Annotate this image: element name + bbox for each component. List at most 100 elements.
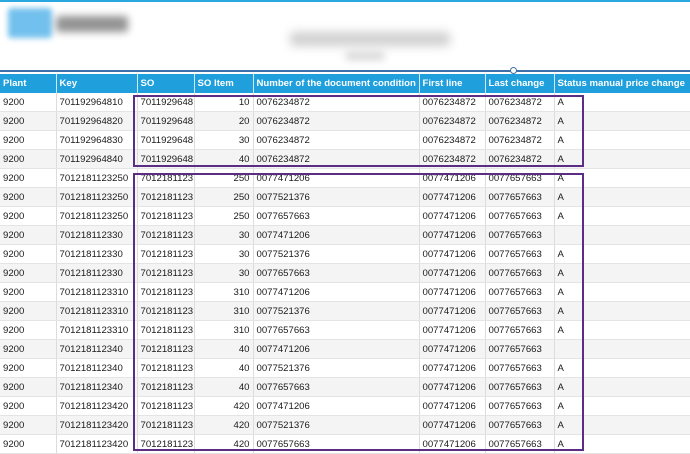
plant-cell: 9200 <box>0 320 57 340</box>
document-condition-cell: 0077521376 <box>253 301 420 321</box>
table-row[interactable]: 9200 701192964820 7011929648 20 0076234872 00… <box>0 111 690 131</box>
plant-cell: 9200 <box>0 396 57 416</box>
plant-cell: 9200 <box>0 130 57 150</box>
document-condition-cell: 0077471206 <box>253 282 420 302</box>
so-item-cell: 420 <box>194 396 254 416</box>
plant-cell: 9200 <box>0 339 57 359</box>
status-cell <box>554 225 690 245</box>
status-cell: A <box>554 206 690 226</box>
last-change-cell: 0076234872 <box>485 93 555 112</box>
table-row[interactable]: 9200 701218112330 7012181123 30 0077657663 00… <box>0 263 690 283</box>
so-item-cell: 40 <box>194 149 254 169</box>
table-row[interactable]: 9200 7012181123420 7012181123 420 0077521376… <box>0 415 690 435</box>
table-row[interactable]: 9200 701218112340 7012181123 40 0077471206 00… <box>0 339 690 359</box>
plant-cell: 9200 <box>0 225 57 245</box>
document-condition-cell: 0076234872 <box>253 130 420 150</box>
results-table: Plant Key SO SO Item Number of the docum… <box>0 74 690 454</box>
first-line-cell: 0076234872 <box>419 111 486 131</box>
status-cell: A <box>554 377 690 397</box>
table-row[interactable]: 9200 7012181123420 7012181123 420 0077471206… <box>0 396 690 416</box>
key-cell: 701192964830 <box>56 130 138 150</box>
so-cell: 7011929648 <box>137 111 195 131</box>
so-cell: 7012181123 <box>137 301 195 321</box>
so-cell: 7011929648 <box>137 130 195 150</box>
status-cell: A <box>554 301 690 321</box>
last-change-cell: 0077657663 <box>485 282 555 302</box>
column-header-key[interactable]: Key <box>56 74 138 93</box>
column-header-last-change[interactable]: Last change <box>485 74 555 93</box>
so-item-cell: 310 <box>194 301 254 321</box>
so-item-cell: 30 <box>194 130 254 150</box>
splitter-handle[interactable] <box>510 67 517 74</box>
plant-cell: 9200 <box>0 111 57 131</box>
last-change-cell: 0077657663 <box>485 168 555 188</box>
so-cell: 7012181123 <box>137 168 195 188</box>
so-item-cell: 250 <box>194 206 254 226</box>
status-cell: A <box>554 282 690 302</box>
column-header-so-item[interactable]: SO Item <box>194 74 254 93</box>
so-cell: 7012181123 <box>137 320 195 340</box>
document-condition-cell: 0077471206 <box>253 168 420 188</box>
table-row[interactable]: 9200 7012181123250 7012181123 250 0077471206… <box>0 168 690 188</box>
plant-cell: 9200 <box>0 358 57 378</box>
last-change-cell: 0076234872 <box>485 111 555 131</box>
plant-cell: 9200 <box>0 149 57 169</box>
status-cell: A <box>554 168 690 188</box>
last-change-cell: 0077657663 <box>485 301 555 321</box>
so-item-cell: 310 <box>194 320 254 340</box>
table-row[interactable]: 9200 7012181123310 7012181123 310 0077521376… <box>0 301 690 321</box>
column-header-plant[interactable]: Plant <box>0 74 57 93</box>
document-condition-cell: 0077471206 <box>253 396 420 416</box>
table-row[interactable]: 9200 701218112340 7012181123 40 0077657663 00… <box>0 377 690 397</box>
first-line-cell: 0077471206 <box>419 225 486 245</box>
so-item-cell: 10 <box>194 93 254 112</box>
table-row[interactable]: 9200 701192964840 7011929648 40 0076234872 00… <box>0 149 690 169</box>
document-condition-cell: 0077471206 <box>253 339 420 359</box>
document-condition-cell: 0077657663 <box>253 320 420 340</box>
table-row[interactable]: 9200 701218112330 7012181123 30 0077521376 00… <box>0 244 690 264</box>
key-cell: 7012181123310 <box>56 282 138 302</box>
column-header-so[interactable]: SO <box>137 74 195 93</box>
status-cell: A <box>554 320 690 340</box>
first-line-cell: 0076234872 <box>419 149 486 169</box>
plant-cell: 9200 <box>0 263 57 283</box>
first-line-cell: 0076234872 <box>419 130 486 150</box>
column-header-document-condition[interactable]: Number of the document condition <box>253 74 420 93</box>
table-row[interactable]: 9200 7012181123250 7012181123 250 0077521376… <box>0 187 690 207</box>
table-row[interactable]: 9200 701218112340 7012181123 40 0077521376 00… <box>0 358 690 378</box>
so-item-cell: 40 <box>194 358 254 378</box>
table-row[interactable]: 9200 7012181123310 7012181123 310 0077471206… <box>0 282 690 302</box>
key-cell: 701218112330 <box>56 244 138 264</box>
document-condition-cell: 0076234872 <box>253 93 420 112</box>
plant-cell: 9200 <box>0 377 57 397</box>
key-cell: 701192964810 <box>56 93 138 112</box>
so-cell: 7012181123 <box>137 187 195 207</box>
key-cell: 701218112340 <box>56 377 138 397</box>
column-header-status-manual-price-change[interactable]: Status manual price change <box>554 74 690 93</box>
key-cell: 7012181123250 <box>56 206 138 226</box>
so-cell: 7012181123 <box>137 377 195 397</box>
so-cell: 7012181123 <box>137 339 195 359</box>
document-condition-cell: 0077657663 <box>253 263 420 283</box>
table-row[interactable]: 9200 7012181123250 7012181123 250 0077657663… <box>0 206 690 226</box>
key-cell: 701192964840 <box>56 149 138 169</box>
so-item-cell: 250 <box>194 187 254 207</box>
table-row[interactable]: 9200 701192964810 7011929648 10 0076234872 00… <box>0 93 690 112</box>
first-line-cell: 0077471206 <box>419 168 486 188</box>
first-line-cell: 0076234872 <box>419 93 486 112</box>
last-change-cell: 0077657663 <box>485 187 555 207</box>
so-item-cell: 30 <box>194 244 254 264</box>
status-cell: A <box>554 93 690 112</box>
key-cell: 701218112340 <box>56 339 138 359</box>
table-row[interactable]: 9200 7012181123310 7012181123 310 0077657663… <box>0 320 690 340</box>
table-row[interactable]: 9200 701192964830 7011929648 30 0076234872 00… <box>0 130 690 150</box>
first-line-cell: 0077471206 <box>419 377 486 397</box>
status-cell: A <box>554 396 690 416</box>
so-cell: 7012181123 <box>137 415 195 435</box>
table-row[interactable]: 9200 701218112330 7012181123 30 0077471206 00… <box>0 225 690 245</box>
last-change-cell: 0076234872 <box>485 130 555 150</box>
plant-cell: 9200 <box>0 187 57 207</box>
column-header-first-line[interactable]: First line <box>419 74 486 93</box>
last-change-cell: 0077657663 <box>485 396 555 416</box>
plant-cell: 9200 <box>0 206 57 226</box>
